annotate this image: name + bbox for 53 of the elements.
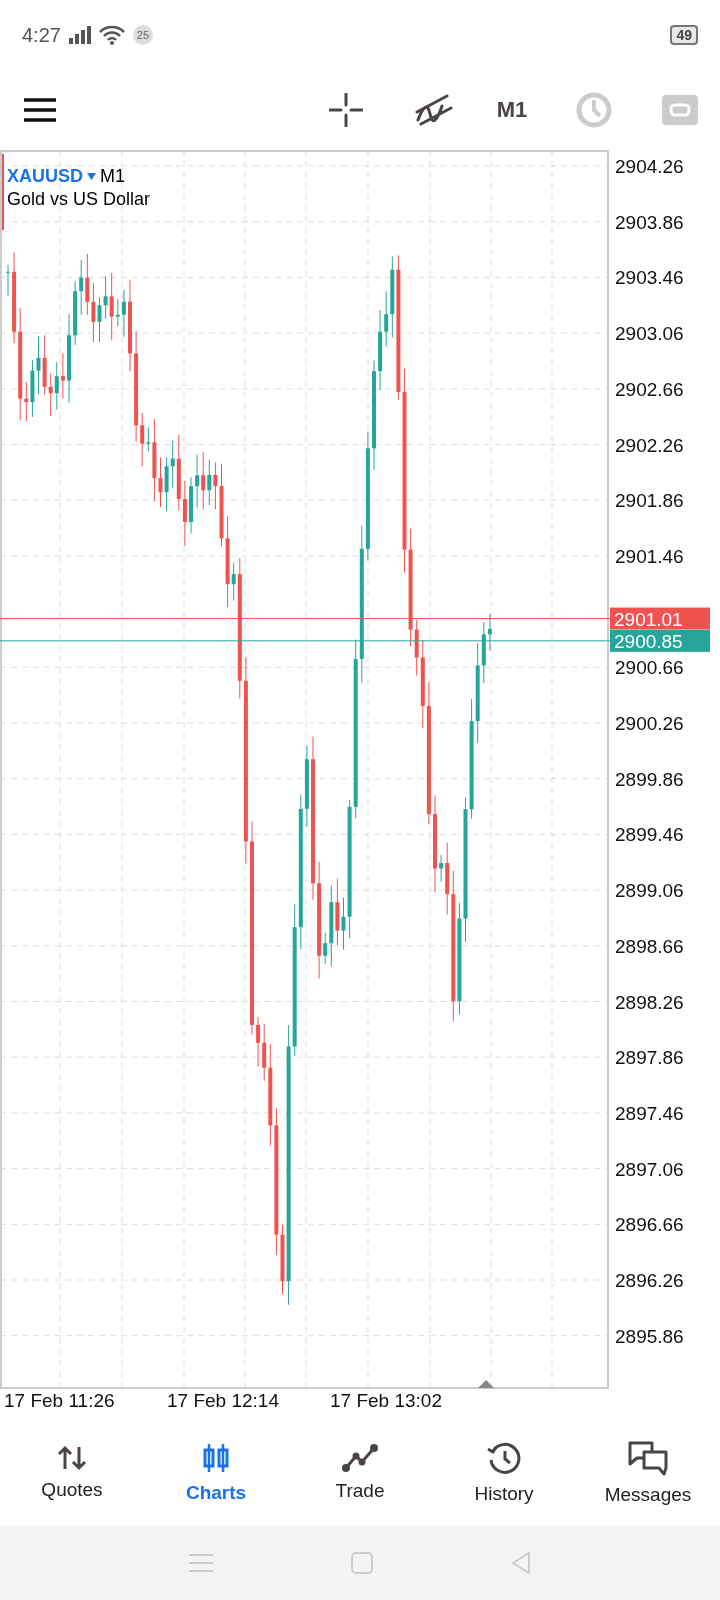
price-axis-label: 2897.86 — [615, 1047, 684, 1069]
back-icon — [511, 1551, 531, 1574]
symbol-selector[interactable]: XAUUSD — [7, 166, 96, 187]
up-down-arrows-icon — [57, 1444, 87, 1471]
price-axis-label: 2900.26 — [615, 713, 684, 734]
price-axis-label: 2895.86 — [615, 1325, 684, 1347]
menu-icon — [24, 98, 56, 122]
time-axis-label: 17 Feb 13:02 — [330, 1390, 443, 1413]
price-axis-label: 2898.26 — [615, 991, 684, 1013]
symbol-description: Gold vs US Dollar — [7, 189, 151, 210]
history-icon — [487, 1440, 521, 1475]
home-icon — [351, 1551, 373, 1574]
price-axis-label: 2901.86 — [615, 490, 684, 512]
ask-price-tag: 2900.85 — [610, 629, 710, 652]
chart-timeframe: M1 — [100, 166, 126, 187]
price-axis-label: 2903.86 — [615, 211, 684, 233]
price-axis-label: 2901.46 — [615, 545, 684, 567]
status-time: 4:27 — [22, 23, 61, 47]
candlestick — [189, 476, 193, 534]
price-axis-label: 2902.66 — [615, 378, 684, 400]
time-axis-label: 17 Feb 12:14 — [167, 1390, 280, 1413]
time-axis-label: 17 Feb 11:26 — [4, 1390, 116, 1413]
nav-tab[interactable]: Charts — [144, 1441, 288, 1504]
price-axis-label: 2904.26 — [615, 156, 684, 177]
scroll-marker-icon — [478, 1380, 494, 1388]
nav-tab[interactable]: History — [432, 1440, 576, 1505]
wifi-icon — [98, 25, 125, 45]
price-axis-label: 2898.66 — [615, 935, 684, 957]
nav-tab[interactable]: Trade — [288, 1443, 432, 1502]
price-axis-label: 2897.06 — [615, 1158, 684, 1180]
price-axis-label: 2902.26 — [615, 434, 684, 456]
notification-badge: 25 — [132, 25, 153, 45]
candlestick — [6, 264, 10, 296]
signal-icon — [68, 26, 91, 44]
price-axis-label: 2900.66 — [615, 657, 684, 679]
price-axis-label: 2897.46 — [615, 1102, 684, 1124]
price-axis-label: 2903.06 — [615, 323, 684, 345]
timeframe-button[interactable]: M1 — [482, 86, 542, 134]
chat-bubbles-icon — [627, 1439, 669, 1476]
price-axis-label: 2899.06 — [615, 880, 684, 902]
dropdown-caret-icon — [87, 173, 96, 180]
recents-icon — [189, 1552, 213, 1573]
bid-price-tag: 2901.01 — [610, 607, 710, 630]
battery-indicator: 49 — [670, 25, 698, 45]
price-axis-label: 2896.66 — [615, 1214, 684, 1236]
candlestick-icon — [201, 1441, 231, 1474]
nav-tab[interactable]: Quotes — [0, 1444, 144, 1501]
line-chart-icon — [342, 1443, 378, 1472]
price-axis-label: 2899.86 — [615, 768, 684, 790]
nav-tab[interactable]: Messages — [576, 1439, 720, 1506]
price-axis-label: 2896.26 — [615, 1270, 684, 1291]
price-axis-label: 2899.46 — [615, 824, 684, 846]
price-axis-label: 2903.46 — [615, 267, 684, 289]
